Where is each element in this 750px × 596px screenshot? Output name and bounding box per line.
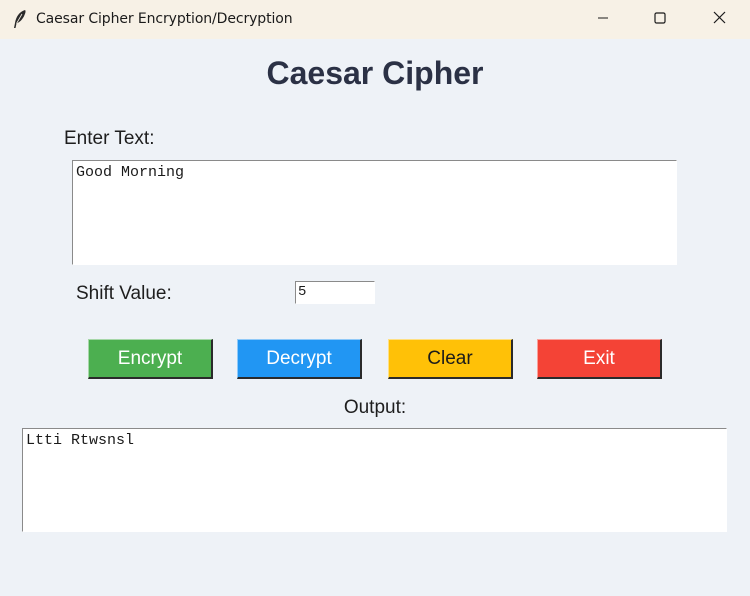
shift-value-input[interactable]: 5 [295,281,375,304]
feather-icon [11,9,29,29]
minimize-button[interactable] [574,0,632,39]
maximize-button[interactable] [631,0,689,39]
minimize-icon [597,11,609,29]
output-label: Output: [343,397,407,418]
exit-button[interactable]: Exit [537,339,662,379]
app-window: Caesar Cipher Encryption/Decryption Caes… [0,0,750,596]
close-icon [713,11,726,29]
window-title: Caesar Cipher Encryption/Decryption [36,11,293,27]
input-text-area[interactable]: Good Morning [72,160,677,265]
output-text-area[interactable]: Ltti Rtwsnsl [22,428,727,532]
enter-text-label: Enter Text: [64,128,155,149]
close-button[interactable] [690,0,748,39]
decrypt-button[interactable]: Decrypt [237,339,362,379]
shift-value-label: Shift Value: [76,283,172,304]
maximize-icon [654,11,666,29]
page-title: Caesar Cipher [266,55,484,91]
encrypt-button[interactable]: Encrypt [88,339,213,379]
clear-button[interactable]: Clear [388,339,513,379]
title-bar[interactable]: Caesar Cipher Encryption/Decryption [0,0,750,39]
